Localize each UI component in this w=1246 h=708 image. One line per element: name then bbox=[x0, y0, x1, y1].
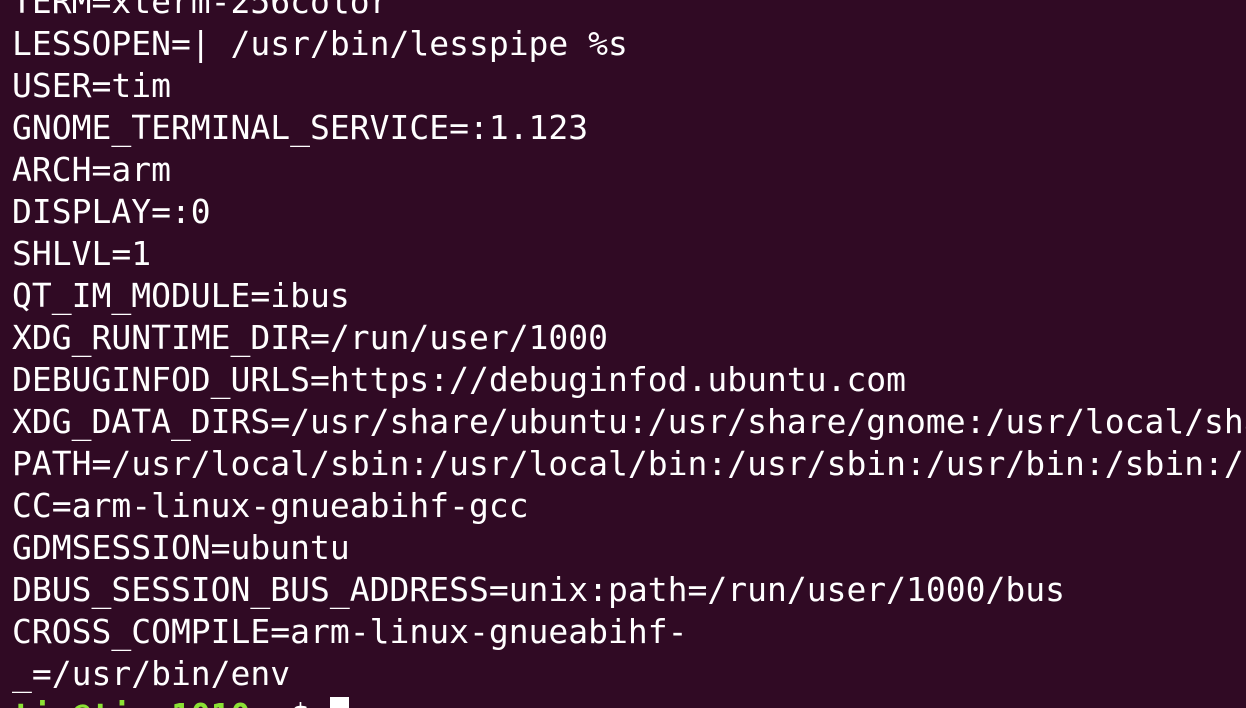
env-line-xdg-runtime-dir: XDG_RUNTIME_DIR=/run/user/1000 bbox=[12, 318, 609, 357]
text-cursor bbox=[329, 697, 349, 708]
env-line-xdg-data-dirs: XDG_DATA_DIRS=/usr/share/ubuntu:/usr/sha… bbox=[12, 402, 1246, 441]
env-line-gnome-terminal-service: GNOME_TERMINAL_SERVICE=:1.123 bbox=[12, 108, 589, 147]
env-line-debuginfod-urls: DEBUGINFOD_URLS=https://debuginfod.ubunt… bbox=[12, 360, 907, 399]
env-line-lessopen: LESSOPEN=| /usr/bin/lesspipe %s bbox=[12, 24, 628, 63]
env-line-underscore: _=/usr/bin/env bbox=[12, 654, 291, 693]
env-line-dbus-session-bus-address: DBUS_SESSION_BUS_ADDRESS=unix:path=/run/… bbox=[12, 570, 1065, 609]
terminal-output: TERM=xterm-256color LESSOPEN=| /usr/bin/… bbox=[12, 0, 1246, 708]
env-line-shlvl: SHLVL=1 bbox=[12, 234, 152, 273]
prompt-symbol: :~$ bbox=[250, 696, 329, 708]
env-line-display: DISPLAY=:0 bbox=[12, 192, 211, 231]
prompt-user-host: tim@tim-1010 bbox=[12, 696, 250, 708]
env-line-arch: ARCH=arm bbox=[12, 150, 171, 189]
shell-prompt[interactable]: tim@tim-1010:~$ bbox=[12, 695, 1246, 708]
terminal-window[interactable]: TERM=xterm-256color LESSOPEN=| /usr/bin/… bbox=[0, 0, 1246, 708]
env-line-qt-im-module: QT_IM_MODULE=ibus bbox=[12, 276, 350, 315]
env-line-gdmsession: GDMSESSION=ubuntu bbox=[12, 528, 350, 567]
env-line-term: TERM=xterm-256color bbox=[12, 0, 390, 21]
env-line-cross-compile: CROSS_COMPILE=arm-linux-gnueabihf- bbox=[12, 612, 688, 651]
env-line-cc: CC=arm-linux-gnueabihf-gcc bbox=[12, 486, 529, 525]
env-line-path: PATH=/usr/local/sbin:/usr/local/bin:/usr… bbox=[12, 444, 1246, 483]
env-line-user: USER=tim bbox=[12, 66, 171, 105]
